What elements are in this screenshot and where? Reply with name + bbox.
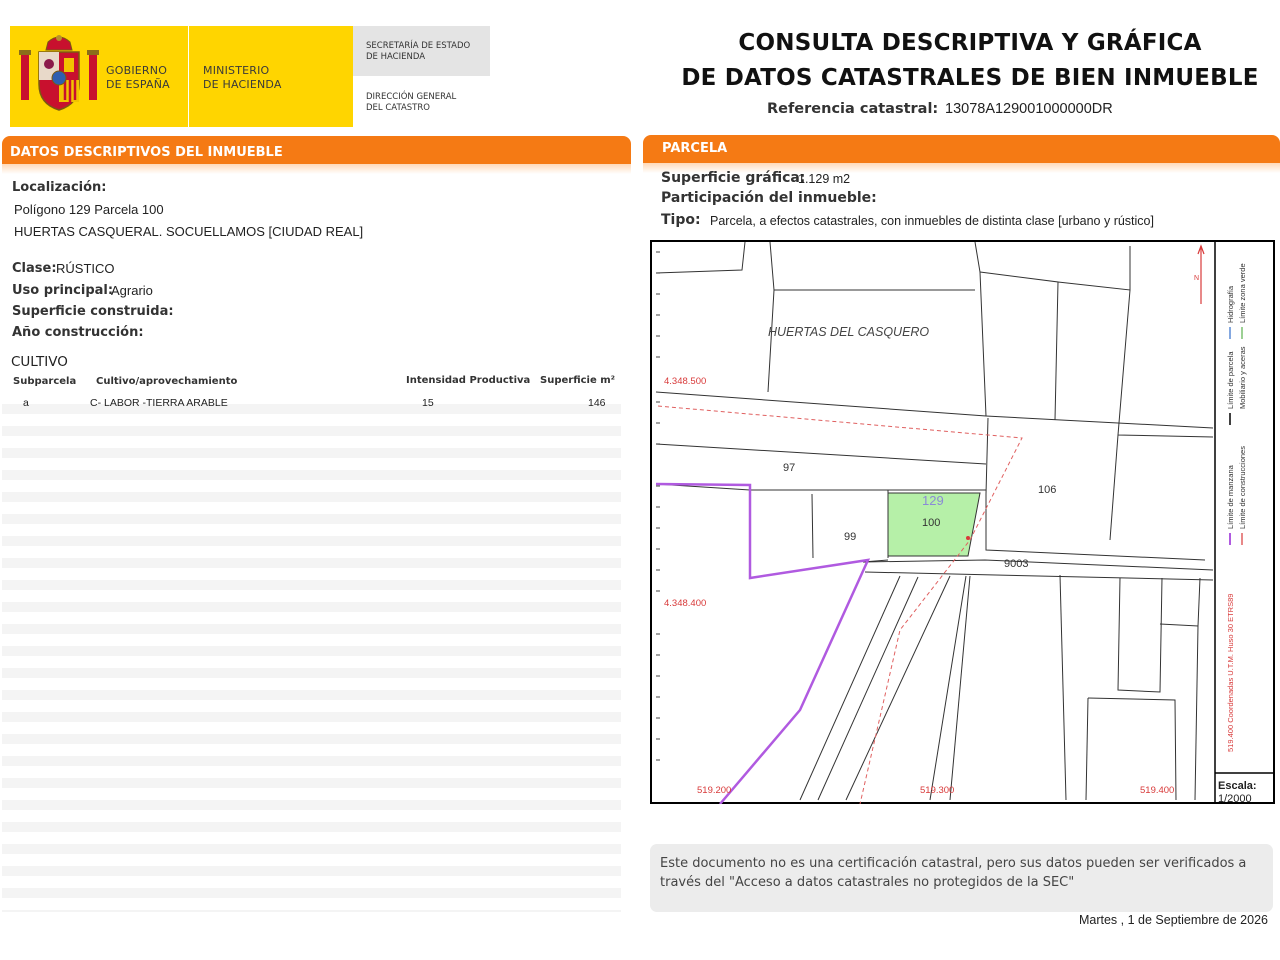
uso-principal-value: Agrario bbox=[111, 283, 153, 298]
cell-cultivo: C- LABOR -TIERRA ARABLE bbox=[90, 397, 228, 409]
cultivo-table bbox=[2, 392, 621, 912]
localizacion-line-2: HUERTAS CASQUERAL. SOCUELLAMOS [CIUDAD R… bbox=[14, 224, 364, 239]
parcela-header: PARCELA bbox=[643, 135, 1280, 163]
legend-manzana: Límite de manzana bbox=[1226, 464, 1235, 529]
svg-text:N: N bbox=[1194, 275, 1199, 282]
cultivo-title: CULTIVO bbox=[11, 354, 68, 370]
uso-principal-label: Uso principal: bbox=[12, 283, 114, 298]
coat-of-arms-icon bbox=[19, 35, 99, 111]
y-coord-4348500: 4.348.500 bbox=[664, 376, 706, 387]
parcel-106-label: 106 bbox=[1038, 484, 1056, 496]
legend-mobiliario: Mobiliario y aceras bbox=[1238, 346, 1247, 409]
localizacion-label: Localización: bbox=[12, 180, 107, 195]
superficie-grafica-value: 1.129 m2 bbox=[798, 172, 851, 186]
superficie-grafica-label: Superficie gráfica: bbox=[661, 170, 806, 186]
col-header-intensidad: Intensidad Productiva bbox=[406, 375, 531, 386]
parcel-99-label: 99 bbox=[844, 531, 856, 543]
paraje-label: HUERTAS DEL CASQUERO bbox=[768, 325, 929, 339]
x-coord-519400: 519.400 bbox=[1140, 785, 1174, 796]
coord-system-note: 519.400 Coordenadas U.T.M. Huso 30 ETRS8… bbox=[1226, 594, 1235, 752]
y-coord-4348400: 4.348.400 bbox=[664, 598, 706, 609]
parcel-9003-label: 9003 bbox=[1004, 558, 1028, 570]
secretaria-line-2: DE HACIENDA bbox=[366, 52, 426, 62]
legend-hidrografia: Hidrografía bbox=[1226, 285, 1235, 323]
gobierno-line-2: DE ESPAÑA bbox=[106, 78, 170, 91]
clase-value: RÚSTICO bbox=[56, 261, 115, 276]
cell-intensidad: 15 bbox=[422, 397, 434, 409]
title-line-1: CONSULTA DESCRIPTIVA Y GRÁFICA bbox=[738, 30, 1202, 56]
participacion-label: Participación del inmueble: bbox=[661, 190, 877, 206]
legend-zona-verde: Límite zona verde bbox=[1238, 263, 1247, 323]
secretaria-label: SECRETARÍA DE ESTADO DE HACIENDA bbox=[366, 41, 470, 63]
tipo-label: Tipo: bbox=[661, 212, 701, 228]
parcel-97-label: 97 bbox=[783, 462, 795, 474]
cadastral-map[interactable]: HUERTAS DEL CASQUERO 97 99 129 100 106 9… bbox=[650, 240, 1275, 804]
scale-value: 1/2000 bbox=[1218, 793, 1252, 804]
anio-construccion-label: Año construcción: bbox=[12, 325, 144, 340]
legend-construcciones: Límite de construcciones bbox=[1238, 446, 1247, 529]
logo-divider bbox=[188, 26, 189, 127]
title-line-2: DE DATOS CATASTRALES DE BIEN INMUEBLE bbox=[681, 65, 1259, 91]
superficie-construida-label: Superficie construida: bbox=[12, 304, 174, 319]
ministerio-line-2: DE HACIENDA bbox=[203, 78, 282, 91]
col-header-superficie: Superficie m² bbox=[540, 375, 616, 386]
col-header-cultivo: Cultivo/aprovechamiento bbox=[96, 376, 238, 387]
datos-descriptivos-header: DATOS DESCRIPTIVOS DEL INMUEBLE bbox=[2, 136, 631, 164]
parcel-point bbox=[966, 536, 970, 540]
referencia-label: Referencia catastral: bbox=[767, 101, 939, 117]
direccion-catastro-label: DIRECCIÓN GENERAL DEL CATASTRO bbox=[366, 92, 456, 114]
scale-label: Escala: bbox=[1218, 780, 1257, 792]
disclaimer-text: Este documento no es una certificación c… bbox=[660, 856, 1247, 890]
cell-subparcela: a bbox=[23, 397, 29, 409]
referencia-value: 13078A129001000000DR bbox=[945, 101, 1113, 117]
ministerio-line-1: MINISTERIO bbox=[203, 64, 270, 77]
localizacion-line-1: Polígono 129 Parcela 100 bbox=[14, 202, 164, 217]
document-title: CONSULTA DESCRIPTIVA Y GRÁFICA DE DATOS … bbox=[640, 26, 1280, 96]
parcel-100-label: 100 bbox=[922, 517, 940, 529]
direccion-line-2: DEL CATASTRO bbox=[366, 103, 430, 113]
cell-superficie: 146 bbox=[588, 397, 606, 409]
ministerio-label: MINISTERIO DE HACIENDA bbox=[203, 64, 282, 92]
document-date: Martes , 1 de Septiembre de 2026 bbox=[1078, 913, 1268, 927]
col-header-subparcela: Subparcela bbox=[13, 376, 77, 387]
x-coord-519300: 519.300 bbox=[920, 785, 954, 796]
left-header-shade bbox=[2, 164, 631, 174]
gobierno-label: GOBIERNO DE ESPAÑA bbox=[106, 64, 170, 92]
manzana-129-label: 129 bbox=[922, 493, 944, 508]
tipo-value: Parcela, a efectos catastrales, con inmu… bbox=[710, 214, 1154, 228]
gobierno-line-1: GOBIERNO bbox=[106, 64, 168, 77]
clase-label: Clase: bbox=[12, 261, 57, 276]
secretaria-line-1: SECRETARÍA DE ESTADO bbox=[366, 41, 471, 51]
legend-parcela: Límite de parcela bbox=[1226, 351, 1235, 409]
x-coord-519200: 519.200 bbox=[697, 785, 731, 796]
direccion-line-1: DIRECCIÓN GENERAL bbox=[366, 92, 457, 102]
